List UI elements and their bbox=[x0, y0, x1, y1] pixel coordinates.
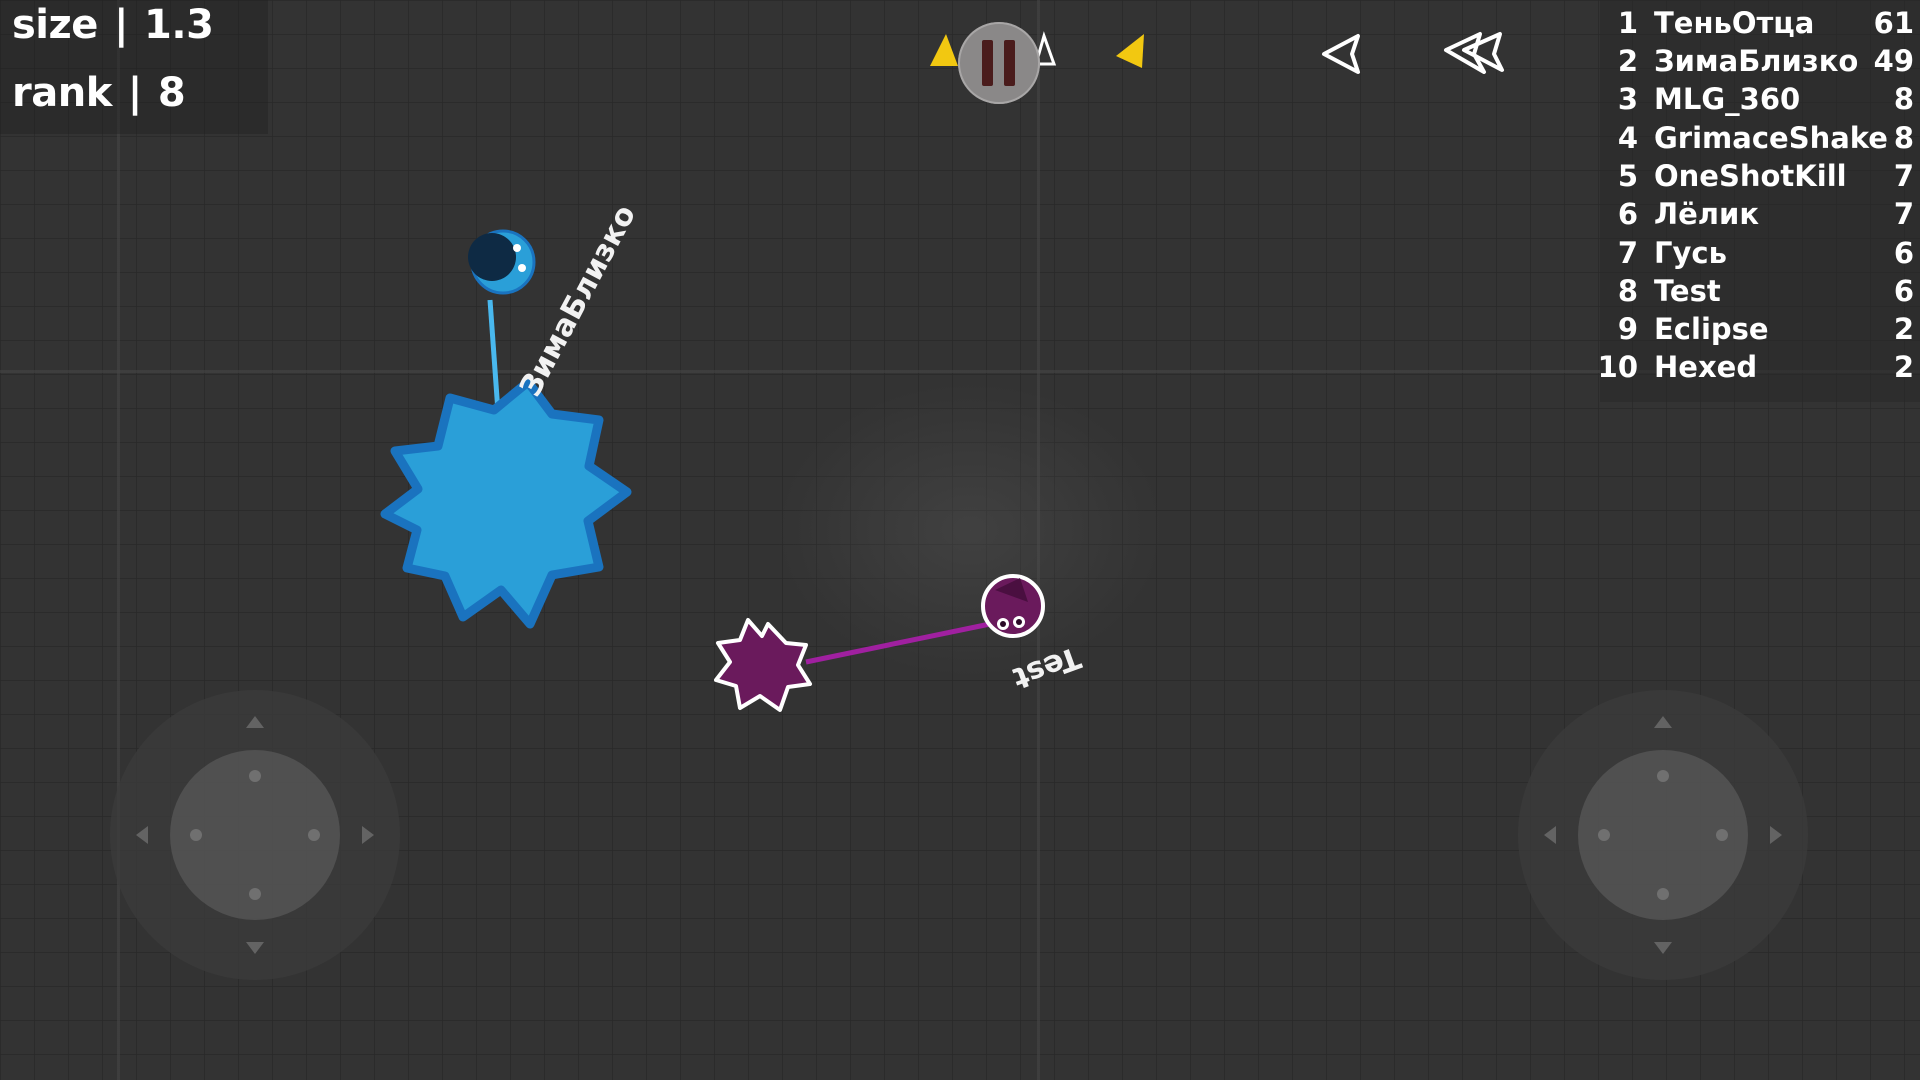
pause-button[interactable] bbox=[958, 22, 1040, 104]
joystick-dot bbox=[249, 888, 261, 900]
joystick-down-arrow-icon bbox=[246, 942, 264, 954]
joystick-dot bbox=[1716, 829, 1728, 841]
blue-tether bbox=[487, 299, 501, 413]
joystick-up-arrow-icon bbox=[1654, 716, 1672, 728]
purple-player-head bbox=[981, 574, 1045, 638]
back-arrow-icon[interactable] bbox=[1318, 30, 1366, 78]
yellow-triangle-icon bbox=[930, 34, 958, 66]
joystick-dot bbox=[190, 829, 202, 841]
purple-spiked-ball bbox=[714, 618, 812, 712]
joystick-dot bbox=[1598, 829, 1610, 841]
blue-spiked-ball bbox=[380, 377, 632, 629]
joystick-up-arrow-icon bbox=[246, 716, 264, 728]
joystick-dot bbox=[1657, 770, 1669, 782]
purple-tether bbox=[805, 621, 991, 665]
joystick-dot bbox=[249, 770, 261, 782]
joystick-dot bbox=[1657, 888, 1669, 900]
joystick-left-arrow-icon bbox=[1544, 826, 1556, 844]
joystick-left-arrow-icon bbox=[136, 826, 148, 844]
double-back-arrow-icon[interactable] bbox=[1440, 28, 1508, 80]
blue-player-head bbox=[468, 229, 536, 295]
yellow-triangle-icon bbox=[1116, 34, 1144, 68]
left-joystick-knob[interactable] bbox=[170, 750, 340, 920]
pause-icon-bar bbox=[1004, 40, 1015, 86]
left-joystick[interactable] bbox=[110, 690, 400, 980]
joystick-right-arrow-icon bbox=[362, 826, 374, 844]
right-joystick[interactable] bbox=[1518, 690, 1808, 980]
joystick-right-arrow-icon bbox=[1770, 826, 1782, 844]
pause-icon bbox=[982, 40, 993, 86]
joystick-dot bbox=[308, 829, 320, 841]
joystick-down-arrow-icon bbox=[1654, 942, 1672, 954]
right-joystick-knob[interactable] bbox=[1578, 750, 1748, 920]
